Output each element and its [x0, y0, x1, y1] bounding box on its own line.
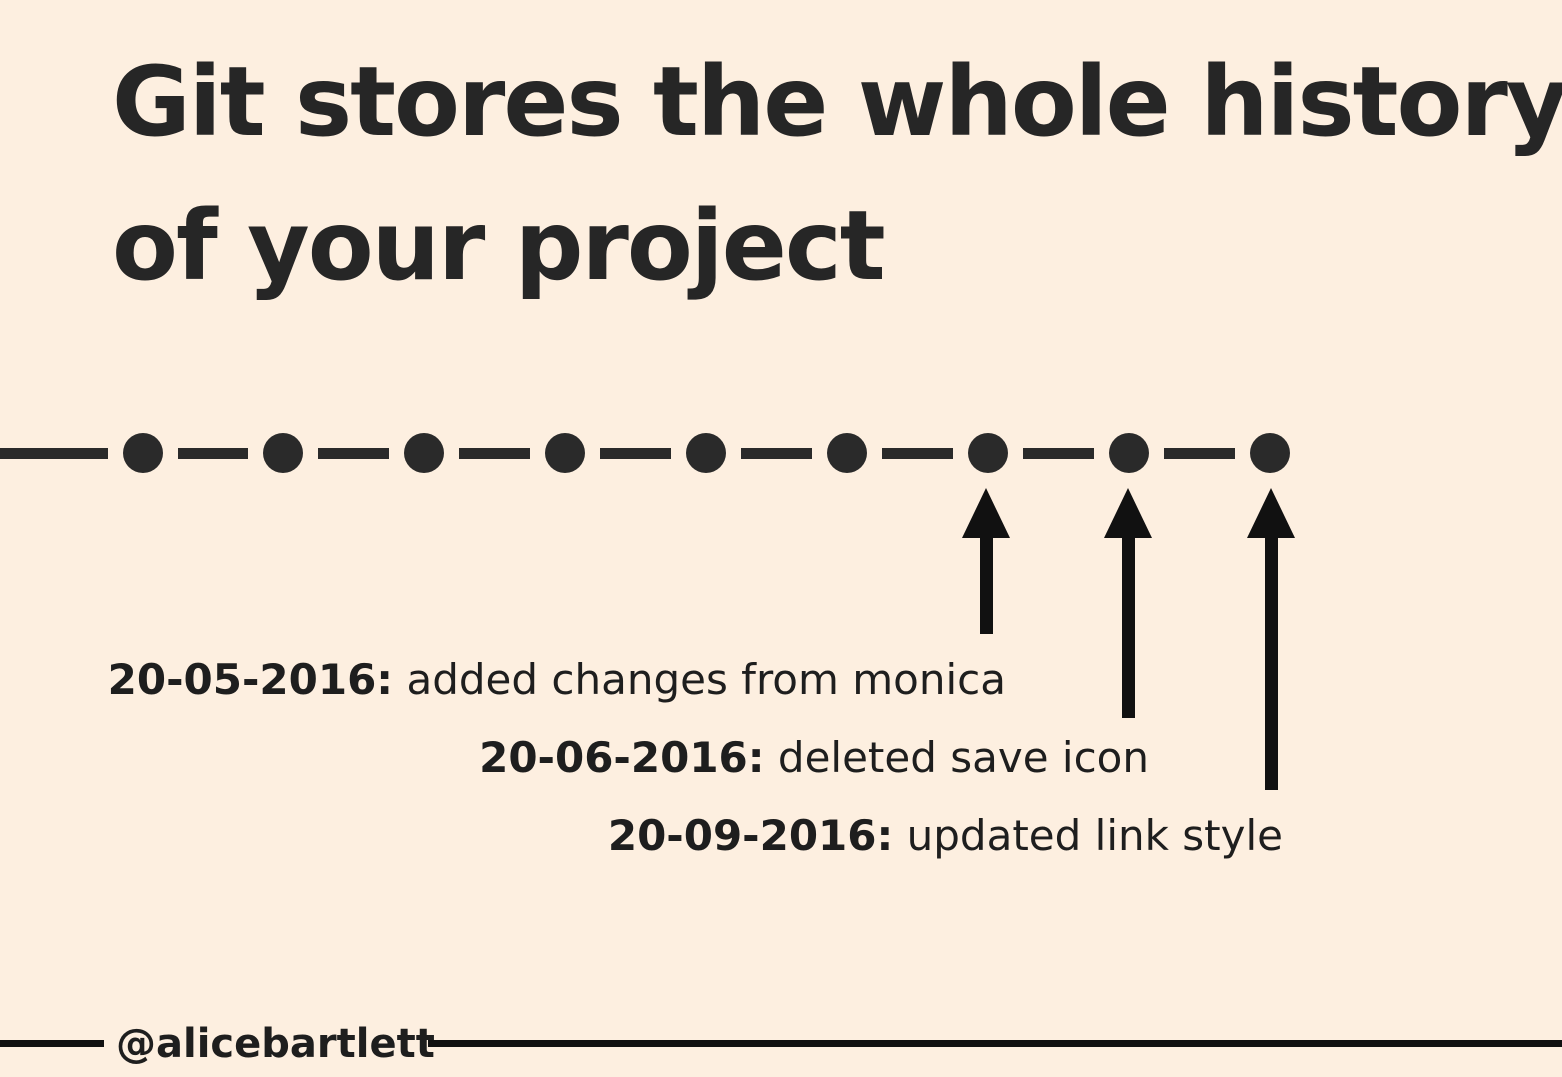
- commit-date: 20-05-2016:: [107, 655, 394, 704]
- timeline-segment: [882, 448, 953, 459]
- commit-label: 20-06-2016: deleted save icon: [479, 733, 1149, 783]
- commit-dot: [1250, 433, 1290, 473]
- timeline-segment: [600, 448, 671, 459]
- commit-label: 20-09-2016: updated link style: [608, 811, 1283, 861]
- timeline-segment: [0, 448, 108, 459]
- commit-date: 20-06-2016:: [479, 733, 765, 782]
- commit-dot: [968, 433, 1008, 473]
- commit-dot: [545, 433, 585, 473]
- arrow-up-icon: [1247, 488, 1295, 790]
- commit-message: added changes from monica: [406, 655, 1006, 704]
- commit-date: 20-09-2016:: [607, 811, 894, 860]
- commit-dot: [827, 433, 867, 473]
- timeline-segments: [0, 448, 1235, 459]
- commit-dot: [1109, 433, 1149, 473]
- timeline-segment: [741, 448, 812, 459]
- commit-message: updated link style: [906, 811, 1283, 860]
- commit-dots: [123, 433, 1290, 473]
- arrow-up-icon: [962, 488, 1010, 634]
- author-handle: @alicebartlett: [116, 1021, 435, 1067]
- commit-label: 20-05-2016: added changes from monica: [108, 655, 1006, 705]
- footer-divider-left: [0, 1040, 104, 1047]
- timeline-segment: [1164, 448, 1235, 459]
- commit-message: deleted save icon: [777, 733, 1149, 782]
- arrow-up-icon: [1104, 488, 1152, 718]
- commit-dot: [263, 433, 303, 473]
- commit-dot: [123, 433, 163, 473]
- timeline-segment: [178, 448, 248, 459]
- timeline-segment: [1023, 448, 1094, 459]
- commit-dot: [404, 433, 444, 473]
- footer-divider-right: [428, 1040, 1562, 1047]
- timeline-segment: [459, 448, 530, 459]
- timeline-segment: [318, 448, 389, 459]
- commit-dot: [686, 433, 726, 473]
